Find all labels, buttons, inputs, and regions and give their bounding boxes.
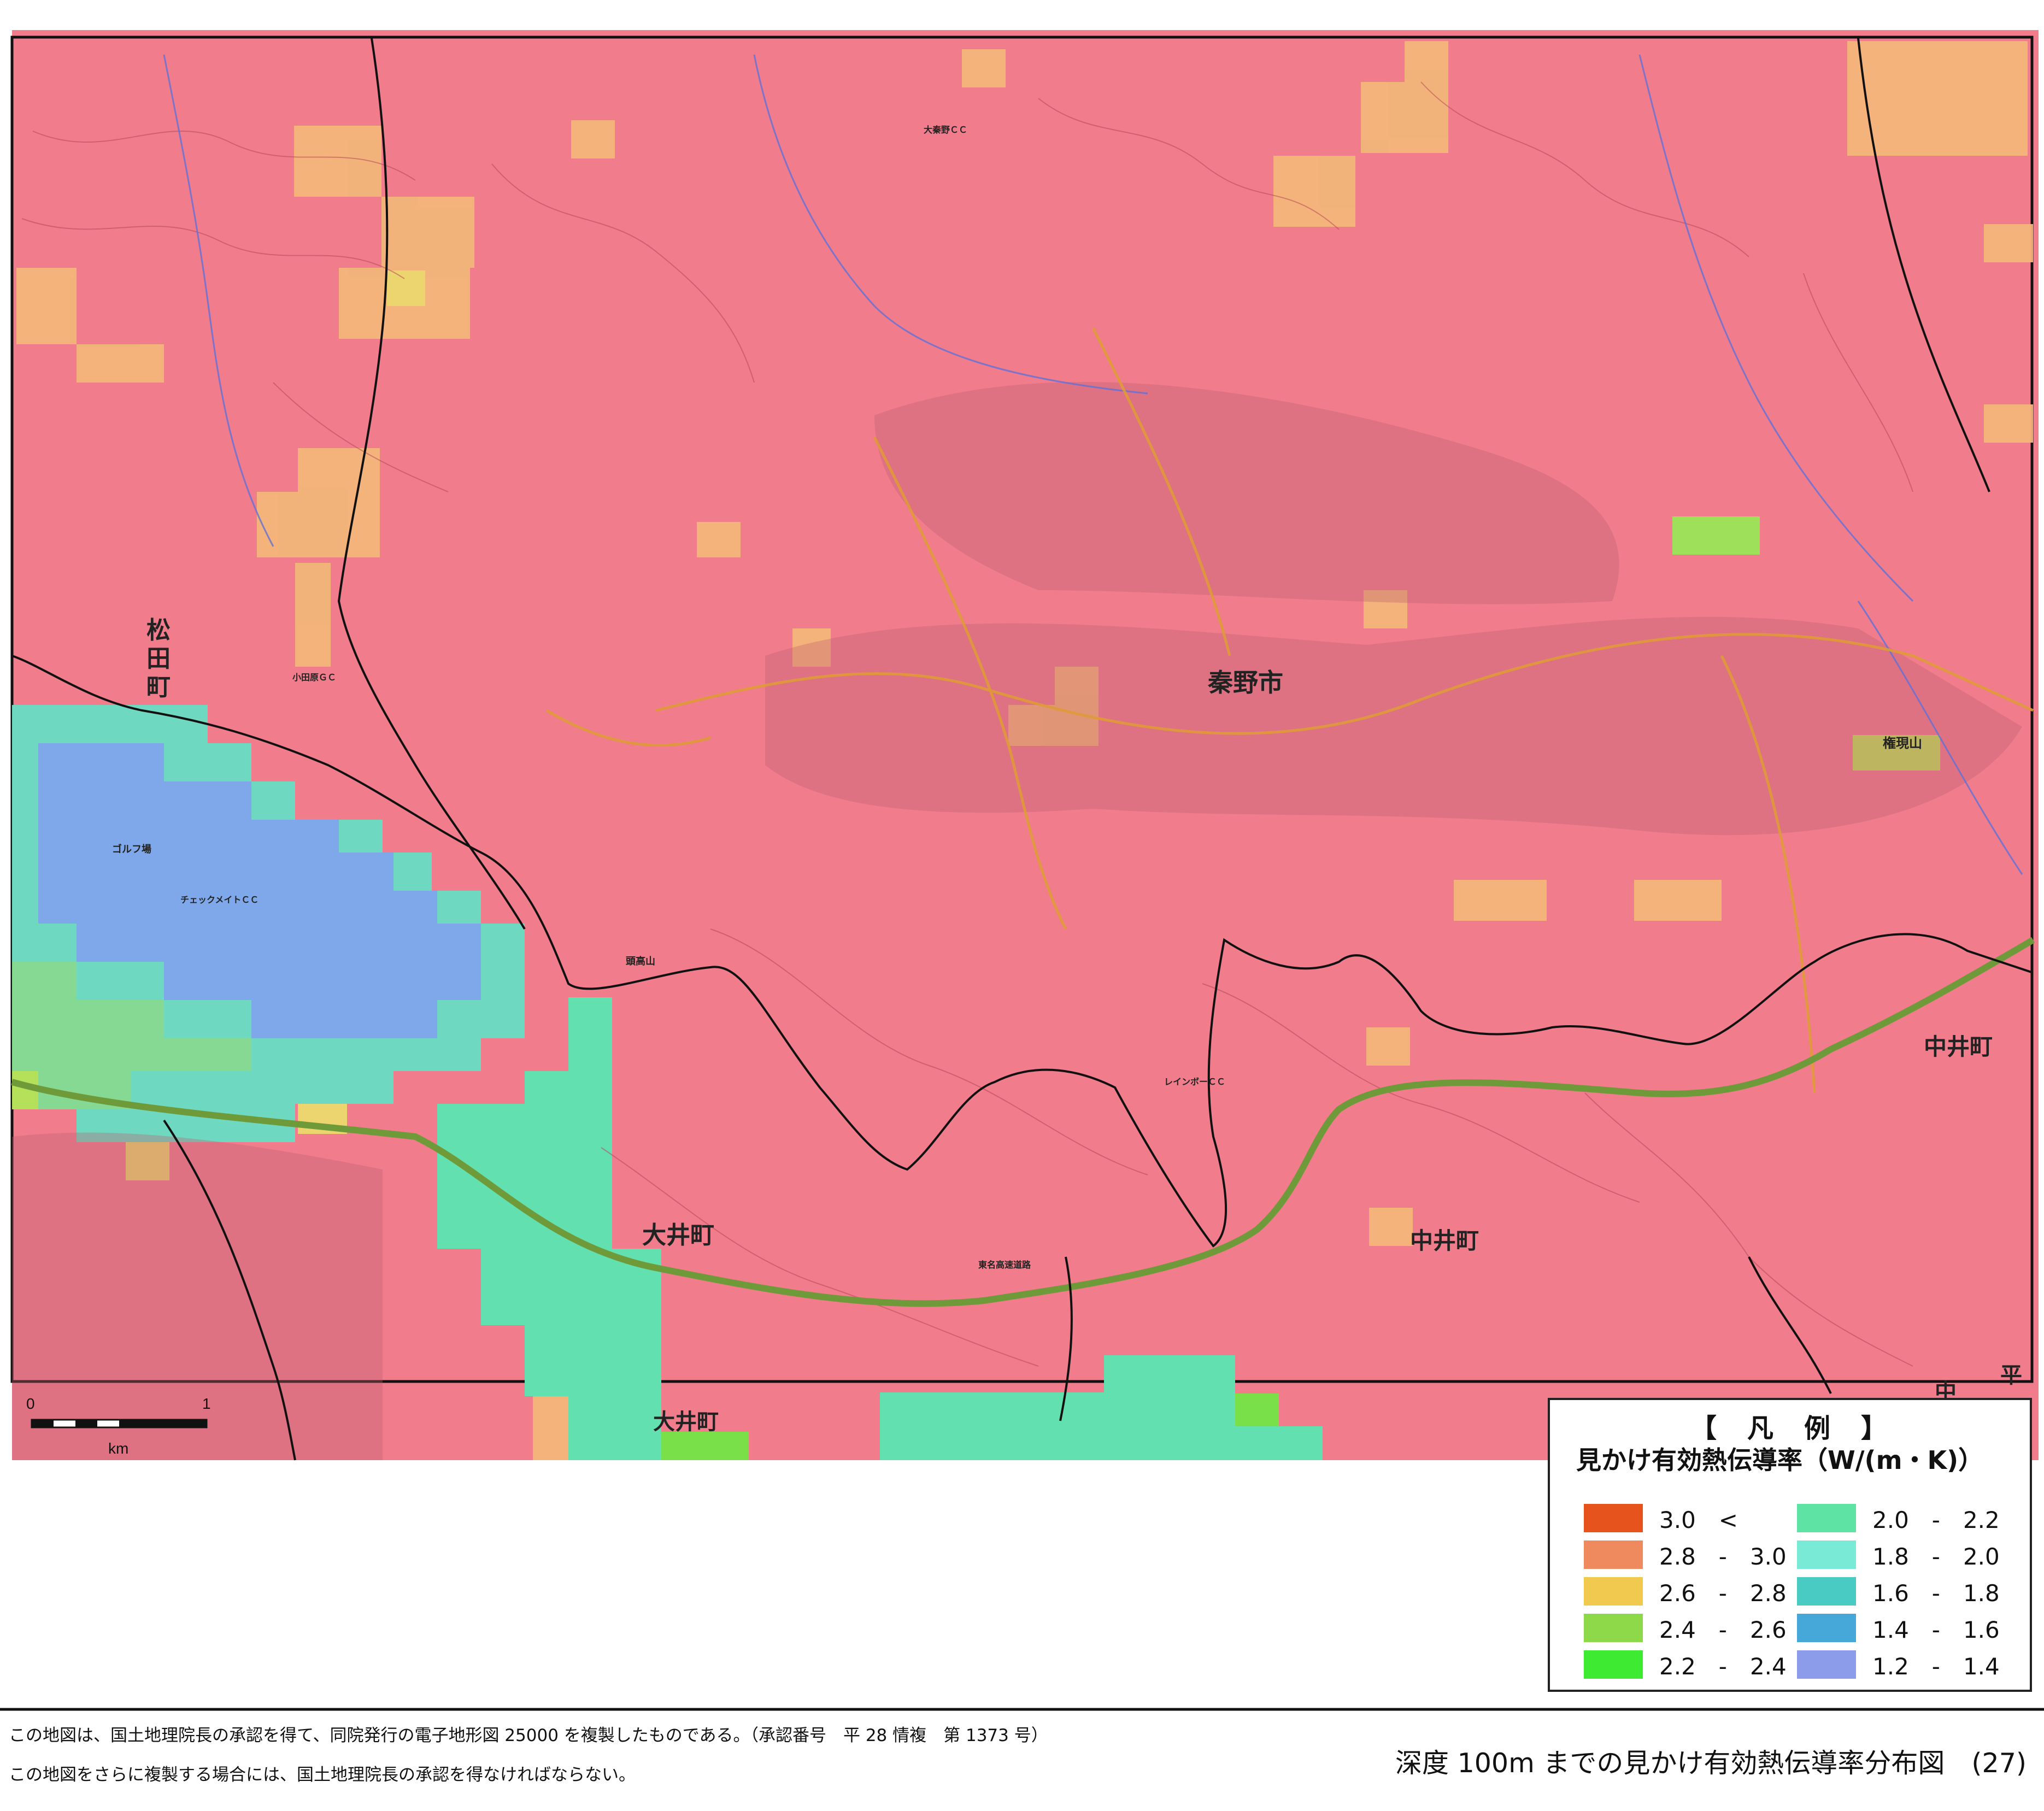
legend-label: 2.8 - 3.0 <box>1659 1543 1787 1570</box>
legend-label: 2.2 - 2.4 <box>1659 1653 1787 1680</box>
label-nakai-2: 中井町 <box>1410 1227 1479 1254</box>
legend-item: 2.6 - 2.8 <box>1584 1577 1787 1607</box>
label-matsuda-1: 松 <box>146 616 171 644</box>
legend-subtitle: 見かけ有効熱伝導率（W/(m・K)） <box>1576 1445 1984 1475</box>
legend-item: 1.4 - 1.6 <box>1797 1614 2000 1643</box>
legend-label: 1.4 - 1.6 <box>1872 1616 2000 1643</box>
legend-label: 3.0 < <box>1659 1506 1738 1533</box>
legend-label: 2.6 - 2.8 <box>1659 1579 1787 1607</box>
label-matsuda-2: 田 <box>146 645 171 673</box>
legend-item: 1.8 - 2.0 <box>1797 1540 2000 1570</box>
legend-item: 2.0 - 2.2 <box>1797 1504 2000 1533</box>
legend-label: 2.4 - 2.6 <box>1659 1616 1787 1643</box>
legend-label: 1.2 - 1.4 <box>1872 1653 2000 1680</box>
scale-end: 1 <box>202 1395 211 1412</box>
legend-item: 2.8 - 3.0 <box>1584 1540 1787 1570</box>
scale-unit: km <box>108 1440 128 1457</box>
label-oohadano-cc: 大秦野ＣＣ <box>924 125 967 135</box>
label-oi-2: 大井町 <box>653 1409 719 1434</box>
label-hira: 平 <box>2000 1363 2022 1388</box>
legend: 【 凡 例 】 見かけ有効熱伝導率（W/(m・K)） 3.0 < 2.8 - 3.… <box>1548 1398 2032 1692</box>
label-nakai-1: 中井町 <box>1924 1033 1993 1060</box>
label-oi-1: 大井町 <box>642 1221 714 1249</box>
label-golf: ゴルフ場 <box>112 843 151 855</box>
legend-swatch <box>1797 1650 1856 1679</box>
copyright-note-2: この地図をさらに複製する場合には、国土地理院長の承認を得なければならない。 <box>9 1765 636 1785</box>
copyright-note-1: この地図は、国土地理院長の承認を得て、同院発行の電子地形図 25000 を複製し… <box>9 1726 1048 1745</box>
legend-item: 2.2 - 2.4 <box>1584 1650 1787 1680</box>
legend-item: 2.4 - 2.6 <box>1584 1614 1787 1643</box>
label-tomei: 東名高速道路 <box>978 1260 1031 1270</box>
legend-title: 【 凡 例 】 <box>1690 1413 1889 1444</box>
legend-item: 3.0 < <box>1584 1504 1738 1533</box>
label-gongenyama: 権現山 <box>1883 736 1922 751</box>
label-checkmate-cc: チェックメイトＣＣ <box>180 895 259 905</box>
legend-swatch <box>1797 1577 1856 1606</box>
legend-swatch <box>1584 1614 1643 1642</box>
legend-swatch <box>1797 1540 1856 1569</box>
legend-swatch <box>1584 1577 1643 1606</box>
label-zuzuyama: 頭高山 <box>626 955 655 967</box>
legend-item: 1.2 - 1.4 <box>1797 1650 2000 1680</box>
legend-swatch <box>1797 1504 1856 1532</box>
label-matsuda-3: 町 <box>146 673 171 701</box>
label-hadano: 秦野市 <box>1207 668 1283 697</box>
map-title: 深度 100m までの見かけ有効熱伝導率分布図 (27) <box>1395 1748 2027 1779</box>
legend-swatch <box>1797 1614 1856 1642</box>
legend-swatch <box>1584 1540 1643 1569</box>
scale-start: 0 <box>26 1395 35 1412</box>
legend-swatch <box>1584 1504 1643 1532</box>
legend-label: 1.8 - 2.0 <box>1872 1543 2000 1570</box>
legend-label: 1.6 - 1.8 <box>1872 1579 2000 1607</box>
legend-label: 2.0 - 2.2 <box>1872 1506 2000 1533</box>
label-rainbow-cc: レインボーＣＣ <box>1164 1077 1225 1087</box>
legend-item: 1.6 - 1.8 <box>1797 1577 2000 1607</box>
label-odawara-gc: 小田原ＧＣ <box>292 672 336 683</box>
legend-swatch <box>1584 1650 1643 1679</box>
